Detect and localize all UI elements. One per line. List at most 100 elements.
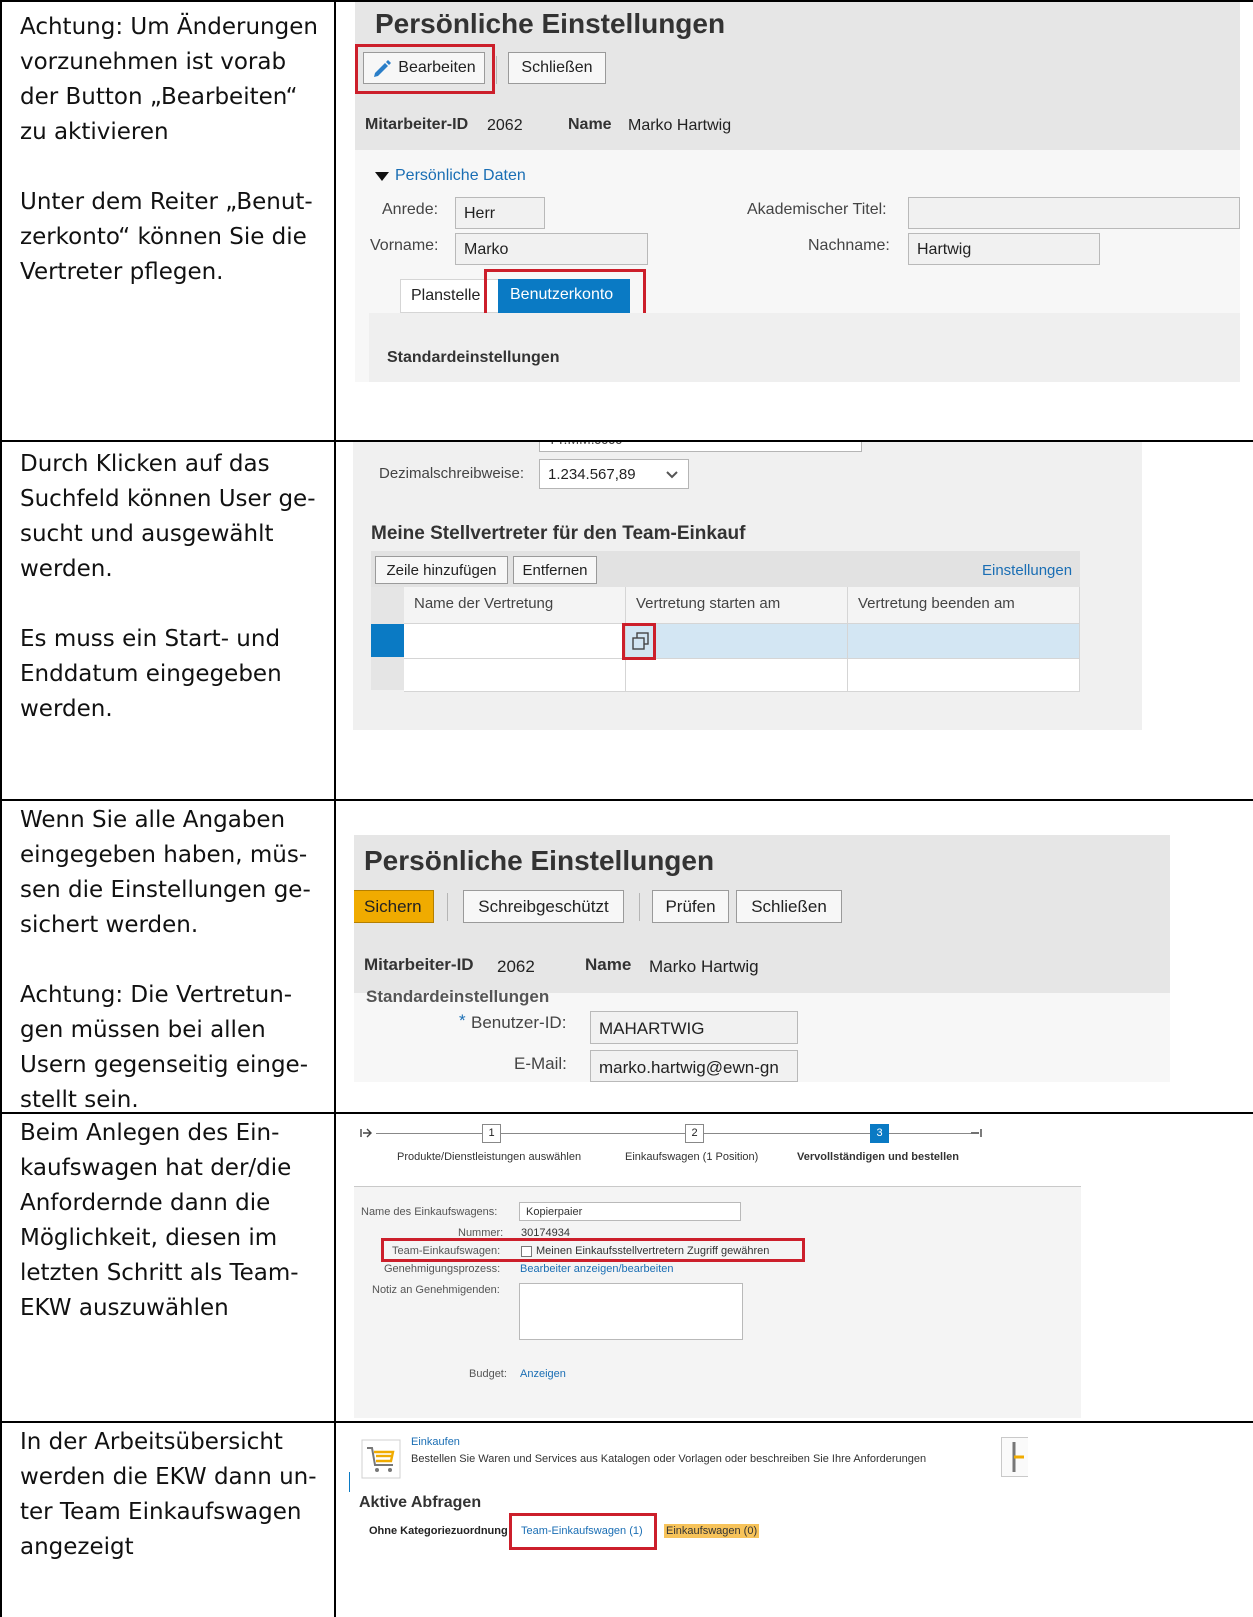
instruction-text: Beim Anlegen des Ein-kaufswagen hat der/… (20, 1120, 299, 1321)
required-marker: * (459, 1011, 466, 1030)
email-field[interactable]: marko.hartwig@ewn-gn (590, 1050, 798, 1082)
first-name-field[interactable]: Marko (455, 233, 648, 265)
employee-id-value: 2062 (487, 117, 523, 134)
cart-name-label: Name des Einkaufswagens: (361, 1206, 498, 1218)
academic-title-field[interactable] (908, 197, 1240, 229)
shopping-cart-icon[interactable] (361, 1439, 401, 1479)
workflow-icon (1012, 1442, 1024, 1472)
cart-name-field[interactable]: Kopierpaier (519, 1202, 741, 1221)
step-number-3[interactable]: 3 (870, 1124, 889, 1143)
approval-link[interactable]: Bearbeiter anzeigen/bearbeiten (520, 1263, 674, 1275)
row-selector-selected[interactable] (371, 624, 404, 657)
employee-id-value: 2062 (497, 957, 535, 976)
row-divider (0, 799, 1253, 801)
carts-link[interactable]: Einkaufswagen (0) (664, 1524, 760, 1538)
academic-title-label: Akademischer Titel: (747, 201, 887, 218)
screenshot-personal-settings: Persönliche Einstellungen Bearbeiten Sch… (355, 2, 1240, 382)
screenshot-deputies: TT.MM.JJJJ Dezimalschreibweise: 1.234.56… (353, 442, 1142, 730)
employee-id-label: Mitarbeiter-ID (364, 955, 474, 974)
deputies-heading: Meine Stellvertreter für den Team-Einkau… (371, 523, 746, 544)
column-divider (334, 0, 336, 1617)
remove-button[interactable]: Entfernen (513, 556, 597, 584)
last-name-label: Nachname: (808, 237, 890, 254)
highlight-value-help (622, 623, 656, 660)
step-start-icon (360, 1128, 372, 1138)
column-header[interactable]: Vertretung beenden am (848, 587, 1080, 624)
table-cell[interactable] (404, 659, 626, 692)
save-button[interactable]: Sichern (354, 890, 434, 923)
step-end-icon (971, 1129, 982, 1137)
instruction-cell-1: Achtung: Um Änderungen vorzunehmen ist v… (20, 10, 330, 290)
instruction-text: In der Arbeitsübersicht werden die EKW d… (20, 1429, 317, 1560)
close-button[interactable]: Schließen (736, 890, 842, 923)
toolbar-separator (447, 893, 448, 921)
last-name-field[interactable]: Hartwig (908, 233, 1100, 265)
screenshot-shopping-cart: 1 2 3 Produkte/Dienstleistungen auswähle… (354, 1118, 1081, 1418)
column-header[interactable]: Name der Vertretung (404, 587, 626, 624)
focus-marker (349, 1472, 350, 1492)
table-cell[interactable] (848, 659, 1080, 692)
start-date-cell[interactable] (626, 624, 848, 659)
instruction-cell-3: Wenn Sie alle Angaben eingegeben haben, … (20, 803, 330, 1118)
name-value: Marko Hartwig (649, 957, 759, 976)
user-id-label: Benutzer-ID: (471, 1013, 567, 1032)
highlight-edit-button (355, 44, 495, 94)
add-row-button-label: Zeile hinzufügen (386, 561, 497, 579)
read-only-button[interactable]: Schreibgeschützt (463, 890, 624, 923)
step-label-1: Produkte/Dienstleistungen auswählen (397, 1151, 582, 1163)
budget-link[interactable]: Anzeigen (520, 1368, 566, 1380)
note-label: Notiz an Genehmigenden: (372, 1284, 500, 1296)
side-panel-toggle[interactable] (1001, 1437, 1028, 1477)
instruction-cell-4: Beim Anlegen des Ein-kaufswagen hat der/… (20, 1116, 330, 1326)
highlight-team-cart (381, 1238, 805, 1262)
name-label: Name (585, 955, 632, 974)
tab-content (369, 313, 1240, 382)
triangle-down-icon[interactable] (375, 172, 389, 182)
section-personal-data[interactable]: Persönliche Daten (395, 167, 526, 185)
approval-label: Genehmigungsprozess: (384, 1263, 501, 1275)
table-border-left (0, 0, 2, 1617)
step-number-2[interactable]: 2 (685, 1124, 704, 1143)
active-queries-heading: Aktive Abfragen (359, 1494, 482, 1511)
table-cell[interactable] (626, 659, 848, 692)
toolbar-separator (639, 893, 640, 921)
close-button-label: Schließen (751, 896, 827, 916)
decimal-notation-label: Dezimalschreibweise: (379, 465, 525, 482)
end-date-cell[interactable] (848, 624, 1080, 659)
instruction-text: Durch Klicken auf das Suchfeld können Us… (20, 451, 316, 582)
shop-description: Bestellen Sie Waren und Services aus Kat… (411, 1453, 927, 1465)
name-value: Marko Hartwig (628, 117, 732, 134)
check-button[interactable]: Prüfen (652, 890, 729, 923)
toolbar-separator (496, 56, 497, 84)
salutation-field[interactable]: Herr (455, 197, 545, 229)
row-divider (0, 1421, 1253, 1423)
salutation-label: Anrede: (382, 201, 439, 218)
remove-button-label: Entfernen (522, 561, 588, 579)
add-row-button[interactable]: Zeile hinzufügen (375, 556, 508, 584)
decimal-notation-value: 1.234.567,89 (548, 466, 636, 483)
column-header[interactable]: Vertretung starten am (626, 587, 848, 624)
step-label-3: Vervollständigen und bestellen (797, 1151, 959, 1163)
decimal-notation-select[interactable]: 1.234.567,89 (539, 459, 689, 489)
chevron-down-icon (666, 471, 678, 479)
page-title: Persönliche Einstellungen (364, 845, 715, 876)
instruction-text: Achtung: Die Vertretun-gen müssen bei al… (20, 982, 308, 1113)
first-name-label: Vorname: (370, 237, 439, 254)
user-id-field[interactable]: MAHARTWIG (590, 1011, 798, 1044)
shop-title-link[interactable]: Einkaufen (411, 1436, 460, 1448)
instruction-cell-5: In der Arbeitsübersicht werden die EKW d… (20, 1425, 330, 1565)
name-label: Name (568, 116, 612, 133)
screenshot-work-overview: Einkaufen Bestellen Sie Waren und Servic… (349, 1427, 1028, 1617)
highlight-team-carts (509, 1513, 657, 1550)
deputy-name-input[interactable] (404, 624, 626, 659)
step-label-2: Einkaufswagen (1 Position) (625, 1151, 759, 1163)
note-textarea[interactable] (519, 1283, 743, 1340)
check-button-label: Prüfen (665, 896, 716, 916)
step-number-1[interactable]: 1 (482, 1124, 501, 1143)
close-button[interactable]: Schließen (508, 52, 606, 84)
settings-link[interactable]: Einstellungen (982, 562, 1072, 579)
employee-id-label: Mitarbeiter-ID (365, 116, 469, 133)
instruction-text: Es muss ein Start- und Enddatum eingegeb… (20, 626, 282, 722)
date-format-field-partial[interactable]: TT.MM.JJJJ (539, 442, 862, 452)
standard-settings-heading-partial: Standardeinstellungen (366, 987, 550, 1006)
